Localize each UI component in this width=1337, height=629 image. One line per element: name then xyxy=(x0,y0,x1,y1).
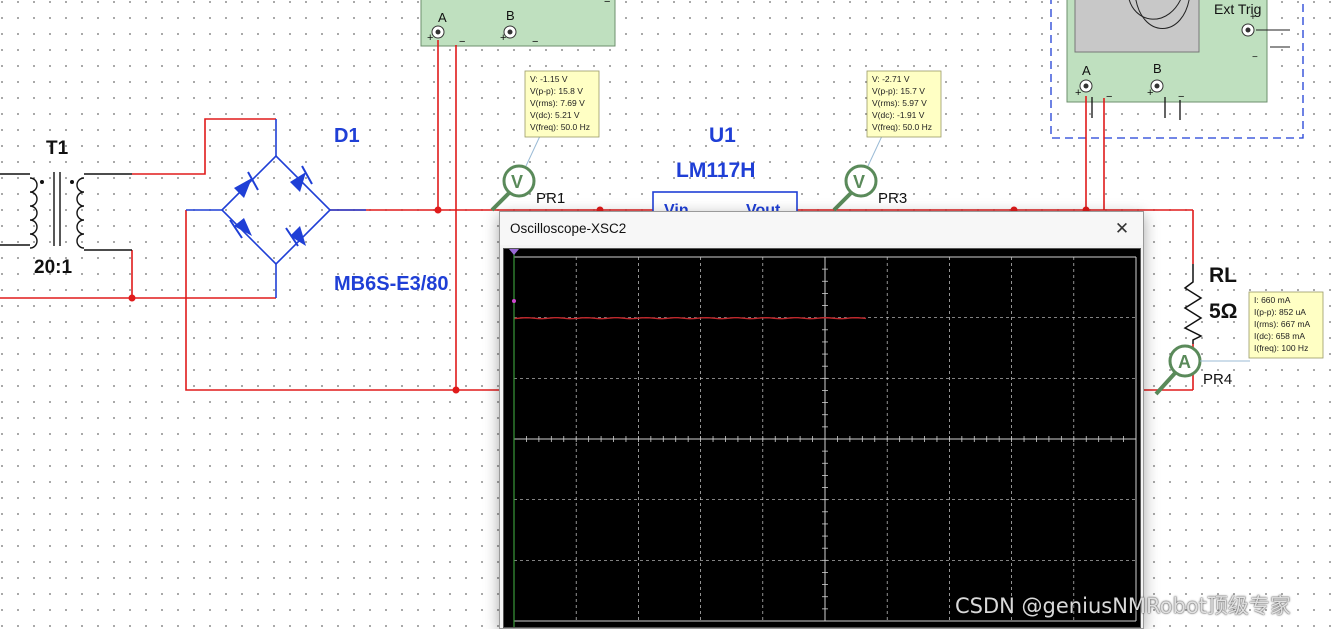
pr3-readout-line-1: V: -2.71 V xyxy=(872,74,910,84)
oscilloscope-titlebar[interactable]: Oscilloscope-XSC2 ✕ xyxy=(500,212,1143,245)
resistor-ref-label: RL xyxy=(1209,264,1237,287)
regulator-ref-label: U1 xyxy=(709,124,736,147)
probe-pr3-symbol: V xyxy=(853,172,865,192)
pr4-readout-line-3: I(rms): 667 mA xyxy=(1254,319,1311,329)
xsc3-mini-screen xyxy=(1074,0,1200,53)
pr1-readout-line-2: V(p-p): 15.8 V xyxy=(530,86,583,96)
close-icon[interactable]: ✕ xyxy=(1111,218,1133,240)
xsc3-channel-b-label: B xyxy=(1153,61,1162,76)
xsc1-channel-a-label: A xyxy=(438,10,447,25)
oscilloscope-xsc1-instrument[interactable]: A B + − + − − xyxy=(420,0,616,48)
svg-text:−: − xyxy=(532,36,538,48)
svg-text:−: − xyxy=(604,0,610,8)
pr3-readout-line-2: V(p-p): 15.7 V xyxy=(872,86,925,96)
probe-pr4-symbol: A xyxy=(1178,352,1191,372)
pr4-readout-line-1: I: 660 mA xyxy=(1254,295,1291,305)
pr1-readout-line-4: V(dc): 5.21 V xyxy=(530,110,580,120)
oscilloscope-window[interactable]: Oscilloscope-XSC2 ✕ xyxy=(499,211,1144,629)
transformer-ref-label: T1 xyxy=(46,138,69,159)
regulator-part-label: LM117H xyxy=(676,159,755,182)
probe-pr4-readout: I: 660 mA I(p-p): 852 uA I(rms): 667 mA … xyxy=(1248,291,1324,359)
pr1-readout-line-1: V: -1.15 V xyxy=(530,74,568,84)
probe-pr1-readout: V: -1.15 V V(p-p): 15.8 V V(rms): 7.69 V… xyxy=(524,70,600,138)
pr3-readout-line-3: V(rms): 5.97 V xyxy=(872,98,927,108)
bridge-part-label: MB6S-E3/80 xyxy=(334,273,449,295)
svg-text:−: − xyxy=(1252,52,1258,63)
pr4-readout-line-5: I(freq): 100 Hz xyxy=(1254,343,1308,353)
svg-text:−: − xyxy=(459,36,465,48)
oscilloscope-title: Oscilloscope-XSC2 xyxy=(510,221,627,236)
svg-text:−: − xyxy=(1106,91,1112,103)
svg-text:+: + xyxy=(1075,87,1081,99)
channel-marker-icon xyxy=(512,299,516,303)
xsc3-channel-a-label: A xyxy=(1082,63,1091,78)
oscilloscope-xsc3-instrument[interactable]: Ext Trig + − A B + − + − xyxy=(1066,0,1290,103)
bridge-ref-label: D1 xyxy=(334,125,360,147)
oscilloscope-display xyxy=(504,249,1140,627)
svg-text:+: + xyxy=(1250,12,1256,23)
pr1-readout-line-5: V(freq): 50.0 Hz xyxy=(530,122,590,132)
watermark-text: CSDN @geniusNMRobot顶级专家 xyxy=(955,594,1291,618)
probe-pr3-label: PR3 xyxy=(878,190,907,207)
pr1-readout-line-3: V(rms): 7.69 V xyxy=(530,98,585,108)
transformer-ratio-label: 20:1 xyxy=(34,257,72,278)
probe-pr3-readout: V: -2.71 V V(p-p): 15.7 V V(rms): 5.97 V… xyxy=(866,70,942,138)
pr4-readout-line-2: I(p-p): 852 uA xyxy=(1254,307,1306,317)
oscilloscope-screen[interactable] xyxy=(503,248,1141,628)
pr3-readout-line-5: V(freq): 50.0 Hz xyxy=(872,122,932,132)
pr4-readout-line-4: I(dc): 658 mA xyxy=(1254,331,1305,341)
svg-text:+: + xyxy=(1147,87,1153,99)
svg-text:−: − xyxy=(1178,91,1184,103)
svg-text:+: + xyxy=(500,32,506,44)
resistor-value-label: 5Ω xyxy=(1209,300,1238,323)
xsc1-channel-b-label: B xyxy=(506,8,515,23)
pr3-readout-line-4: V(dc): -1.91 V xyxy=(872,110,925,120)
probe-pr4-label: PR4 xyxy=(1203,371,1232,388)
probe-pr1-label: PR1 xyxy=(536,190,565,207)
probe-pr1-symbol: V xyxy=(511,172,523,192)
svg-text:+: + xyxy=(427,32,433,44)
